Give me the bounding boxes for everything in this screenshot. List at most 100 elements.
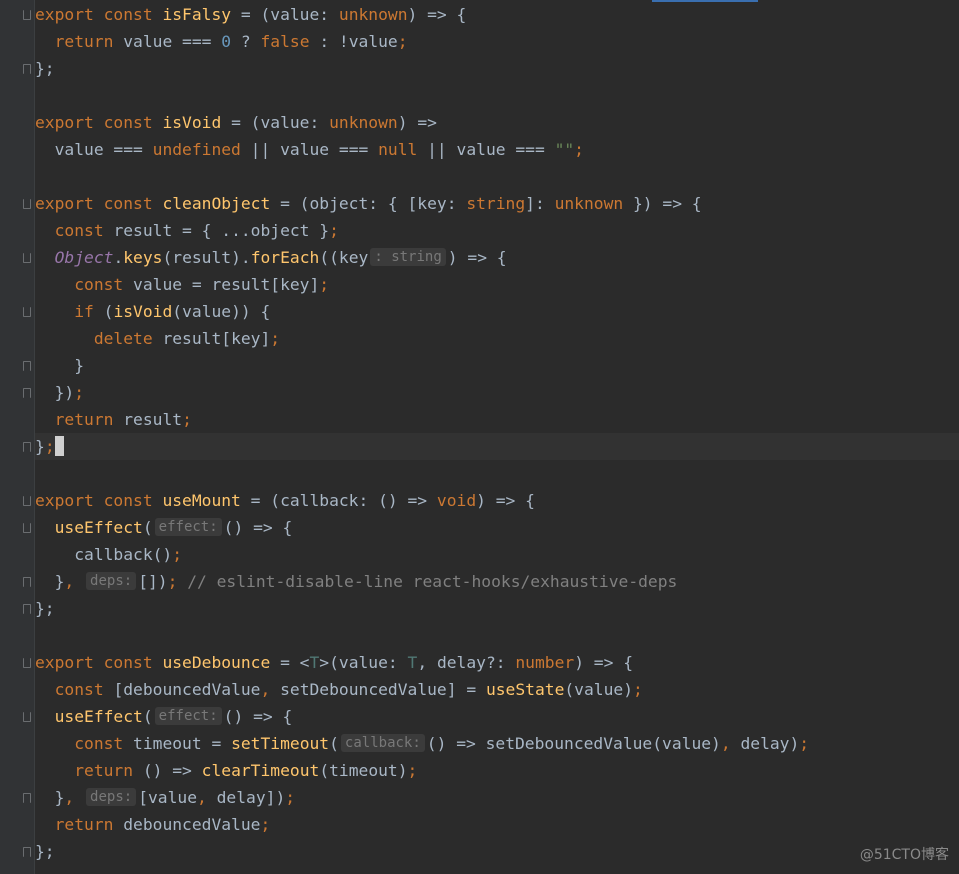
code-token: , [64, 788, 85, 807]
code-line-text: } [35, 352, 84, 379]
code-line[interactable]: export const useMount = (callback: () =>… [35, 487, 959, 514]
code-token: }) [35, 383, 75, 402]
fold-close-icon[interactable] [23, 442, 31, 452]
code-line[interactable]: callback(); [35, 541, 959, 568]
code-token: || value === [240, 140, 379, 159]
fold-close-icon[interactable] [23, 604, 31, 614]
code-line[interactable] [35, 460, 959, 487]
code-token: timeout = [133, 734, 232, 753]
code-token: [debouncedValue [113, 680, 261, 699]
code-line[interactable]: return result; [35, 406, 959, 433]
code-token: const [74, 275, 134, 294]
code-token: delete [93, 329, 163, 348]
code-token: void [436, 491, 477, 510]
code-line-text: const value = result[key]; [35, 271, 329, 298]
fold-close-icon[interactable] [23, 847, 31, 857]
code-token: ((key [319, 248, 369, 267]
code-token: }; [35, 599, 55, 618]
code-line[interactable]: delete result[key]; [35, 325, 959, 352]
code-token: ; [167, 572, 178, 591]
fold-close-icon[interactable] [23, 361, 31, 371]
fold-close-icon[interactable] [23, 793, 31, 803]
code-token: clearTimeout [201, 761, 320, 780]
code-line-text: export const cleanObject = (object: { [k… [35, 190, 702, 217]
code-line-text: useEffect(effect:() => { [35, 703, 292, 730]
code-line[interactable]: } [35, 352, 959, 379]
fold-open-icon[interactable] [23, 10, 31, 20]
code-line[interactable]: return value === 0 ? false : !value; [35, 28, 959, 55]
code-line-text: export const isVoid = (value: unknown) =… [35, 109, 437, 136]
fold-open-icon[interactable] [23, 496, 31, 506]
code-token: [value [138, 788, 198, 807]
code-line[interactable]: }, deps: []); // eslint-disable-line reac… [35, 568, 959, 595]
fold-close-icon[interactable] [23, 64, 31, 74]
code-token: T [407, 653, 418, 672]
code-line[interactable]: }); [35, 379, 959, 406]
editor-gutter [0, 0, 34, 874]
code-token: return [74, 761, 143, 780]
code-line[interactable]: export const isVoid = (value: unknown) =… [35, 109, 959, 136]
code-token: . [113, 248, 124, 267]
code-token: isFalsy [162, 5, 232, 24]
code-line[interactable]: return () => clearTimeout(timeout); [35, 757, 959, 784]
code-line[interactable]: }; [35, 433, 959, 460]
code-line[interactable] [35, 622, 959, 649]
code-token: useDebounce [162, 653, 271, 672]
code-line[interactable]: export const isFalsy = (value: unknown) … [35, 1, 959, 28]
code-line[interactable]: return debouncedValue; [35, 811, 959, 838]
fold-open-icon[interactable] [23, 307, 31, 317]
code-line[interactable]: useEffect(effect:() => { [35, 703, 959, 730]
code-line-text: Object.keys(result).forEach((key: string… [35, 244, 507, 271]
code-line[interactable]: Object.keys(result).forEach((key: string… [35, 244, 959, 271]
fold-open-icon[interactable] [23, 199, 31, 209]
code-token: () => [142, 761, 202, 780]
fold-close-icon[interactable] [23, 577, 31, 587]
code-token: callback() [35, 545, 173, 564]
code-token: number [515, 653, 575, 672]
code-token: = (value: [231, 5, 339, 24]
code-token: , [64, 572, 85, 591]
code-line[interactable]: useEffect(effect:() => { [35, 514, 959, 541]
code-token: , [197, 788, 217, 807]
code-line[interactable]: value === undefined || value === null ||… [35, 136, 959, 163]
code-token: delay) [740, 734, 800, 753]
code-token: ; [44, 437, 55, 456]
code-token: const [74, 734, 134, 753]
code-line[interactable]: const value = result[key]; [35, 271, 959, 298]
code-line[interactable]: }; [35, 595, 959, 622]
code-editor[interactable]: export const isFalsy = (value: unknown) … [35, 0, 959, 874]
code-token: // eslint-disable-line react-hooks/exhau… [177, 572, 678, 591]
fold-open-icon[interactable] [23, 712, 31, 722]
code-token: ]: [525, 194, 555, 213]
code-token: ) => { [574, 653, 634, 672]
code-line[interactable]: }; [35, 838, 959, 865]
fold-open-icon[interactable] [23, 523, 31, 533]
code-line[interactable]: const [debouncedValue, setDebouncedValue… [35, 676, 959, 703]
code-token: 0 [221, 32, 232, 51]
code-token: ; [799, 734, 810, 753]
code-line[interactable]: if (isVoid(value)) { [35, 298, 959, 325]
code-token: ; [270, 329, 281, 348]
code-line[interactable]: const result = { ...object }; [35, 217, 959, 244]
code-line[interactable] [35, 82, 959, 109]
code-line[interactable]: const timeout = setTimeout(callback:() =… [35, 730, 959, 757]
parameter-hint: callback: [340, 734, 425, 752]
code-token: setDebouncedValue] = [280, 680, 486, 699]
code-line[interactable]: export const useDebounce = <T>(value: T,… [35, 649, 959, 676]
code-line[interactable]: }, deps: [value, delay]); [35, 784, 959, 811]
code-token: value === [123, 32, 222, 51]
fold-open-icon[interactable] [23, 658, 31, 668]
code-token: string [466, 194, 526, 213]
code-line[interactable] [35, 163, 959, 190]
code-line[interactable]: }; [35, 55, 959, 82]
code-line-text: const timeout = setTimeout(callback:() =… [35, 730, 809, 757]
fold-open-icon[interactable] [23, 253, 31, 263]
code-line[interactable]: export const cleanObject = (object: { [k… [35, 190, 959, 217]
code-line-text: value === undefined || value === null ||… [35, 136, 584, 163]
code-token: }; [35, 842, 55, 861]
code-token: export const [35, 5, 163, 24]
fold-close-icon[interactable] [23, 388, 31, 398]
